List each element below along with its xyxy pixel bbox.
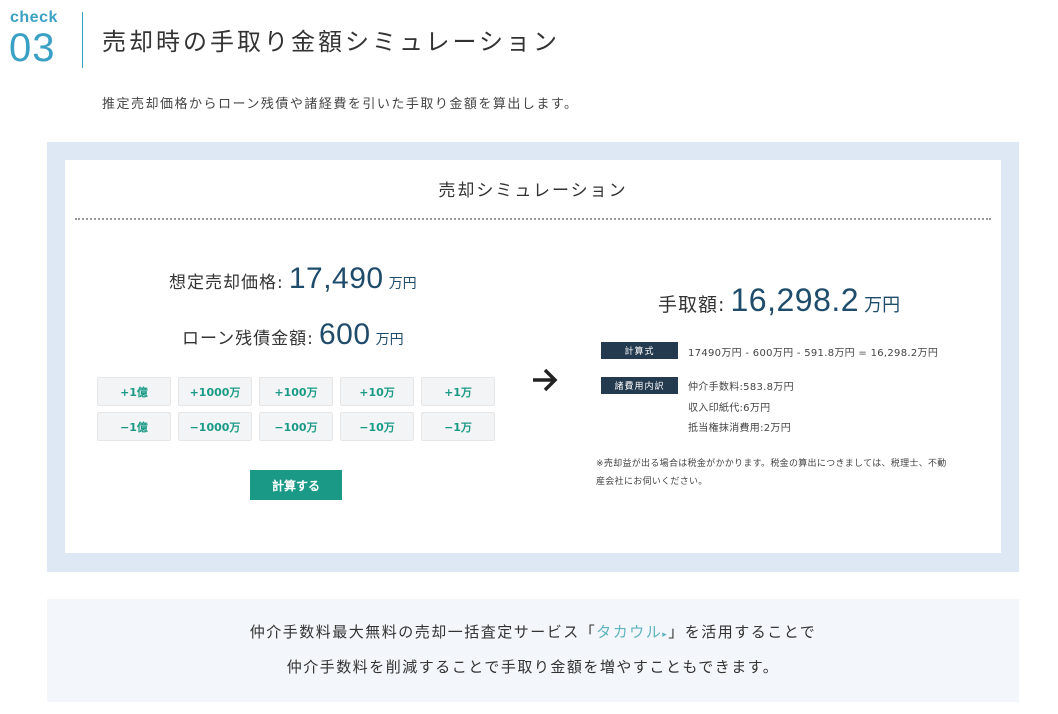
check-label: check (10, 9, 58, 26)
price-row: 想定売却価格: 17,490 万円 (169, 262, 417, 296)
minus-1man-button[interactable]: −1万 (421, 412, 495, 441)
price-unit: 万円 (388, 276, 417, 292)
bottom-line2: 仲介手数料を削減することで手取り金額を増やすこともできます。 (286, 658, 780, 676)
takauru-link-text: タカウル (596, 623, 663, 641)
minus-10man-button[interactable]: −10万 (340, 412, 414, 441)
loan-label: ローン残債金額: (182, 329, 314, 349)
simulator-title: 売却シミュレーション (438, 181, 628, 201)
cost-mortgage-cancel: 抵当権抹消費用:2万円 (688, 423, 792, 434)
loan-value: 600 (318, 318, 371, 351)
takauru-link[interactable]: タカウル▸ (596, 623, 668, 641)
page-subtitle: 推定売却価格からローン残債や諸経費を引いた手取り金額を算出します。 (102, 97, 579, 112)
tax-note-line1: ※売却益が出る場合は税金がかかります。税金の算出につきましては、税理士、不動 (596, 459, 947, 469)
takehome-unit: 万円 (864, 295, 901, 316)
bottom-info-box: 仲介手数料最大無料の売却一括査定サービス「タカウル▸」を活用することで 仲介手数… (47, 599, 1019, 702)
calculate-button[interactable]: 計算する (250, 470, 342, 500)
bottom-line1-before: 仲介手数料最大無料の売却一括査定サービス「 (249, 623, 597, 641)
formula-text: 17490万円 - 600万円 - 591.8万円 = 16,298.2万円 (688, 348, 939, 359)
costs-tag: 諸費用内訳 (601, 377, 678, 394)
plus-10man-button[interactable]: +10万 (340, 377, 414, 406)
plus-1oku-button[interactable]: +1億 (97, 377, 171, 406)
tax-note-line2: 産会社にお伺いください。 (596, 477, 708, 487)
dotted-divider (75, 218, 991, 220)
check-number: 03 (9, 26, 56, 70)
takehome-label: 手取額: (658, 294, 726, 316)
cost-brokerage: 仲介手数料:583.8万円 (688, 382, 794, 393)
heading-divider (82, 12, 83, 68)
bottom-line1: 仲介手数料最大無料の売却一括査定サービス「タカウル▸」を活用することで (47, 621, 1019, 642)
arrow-right-icon (533, 368, 558, 392)
tax-note: ※売却益が出る場合は税金がかかります。税金の算出につきましては、税理士、不動 産… (596, 455, 976, 491)
minus-100man-button[interactable]: −100万 (259, 412, 333, 441)
cost-stamp: 収入印紙代:6万円 (688, 403, 771, 414)
simulator-panel: 売却シミュレーション 想定売却価格: 17,490 万円 ローン残債金額: 60… (65, 160, 1001, 553)
price-label: 想定売却価格: (169, 273, 284, 293)
loan-unit: 万円 (375, 332, 404, 348)
bottom-line1-after: 」を活用することで (668, 623, 817, 641)
takehome-row: 手取額: 16,298.2 万円 (658, 282, 900, 319)
plus-1000man-button[interactable]: +1000万 (178, 377, 252, 406)
formula-tag: 計算式 (601, 342, 678, 359)
takehome-value: 16,298.2 (730, 282, 860, 318)
page-title: 売却時の手取り金額シミュレーション (102, 28, 561, 56)
plus-1man-button[interactable]: +1万 (421, 377, 495, 406)
minus-1000man-button[interactable]: −1000万 (178, 412, 252, 441)
minus-1oku-button[interactable]: −1億 (97, 412, 171, 441)
loan-row: ローン残債金額: 600 万円 (182, 318, 404, 352)
plus-100man-button[interactable]: +100万 (259, 377, 333, 406)
price-value: 17,490 (288, 262, 384, 295)
